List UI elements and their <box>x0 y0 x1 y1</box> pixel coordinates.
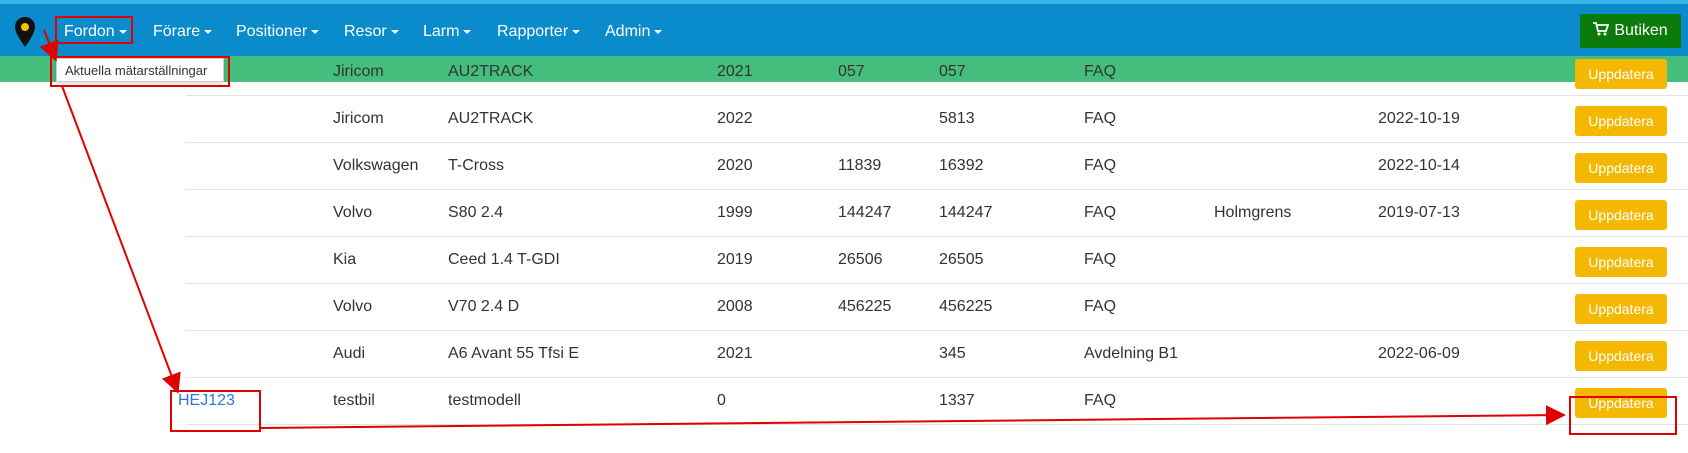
chevron-down-icon <box>118 29 127 34</box>
chevron-down-icon <box>572 29 581 34</box>
cell-current: 1337 <box>939 392 975 409</box>
nav-positioner-label: Positioner <box>236 23 308 40</box>
table-row: Kia Ceed 1.4 T-GDI 2019 26506 26505 FAQ Uppdat… <box>186 236 1688 284</box>
table-row: Jiricom AU2TRACK 2021 057 057 FAQ Uppdatera <box>186 48 1688 96</box>
chevron-down-icon <box>204 29 213 34</box>
cell-group: FAQ <box>1084 298 1117 315</box>
table-row: Volkswagen T-Cross 2020 11839 16392 FAQ 2022-1… <box>186 142 1688 190</box>
nav-admin-label: Admin <box>605 23 651 40</box>
cell-current: 144247 <box>939 204 993 221</box>
map-marker-icon[interactable] <box>14 16 36 48</box>
chevron-down-icon <box>463 29 472 34</box>
nav-resor-label: Resor <box>344 23 387 40</box>
cell-group: FAQ <box>1084 157 1117 174</box>
cell-driver: Holmgrens <box>1214 204 1292 221</box>
update-button[interactable]: Uppdatera <box>1575 341 1667 371</box>
cell-year: 2022 <box>717 110 753 127</box>
nav-admin[interactable]: Admin <box>605 23 663 41</box>
update-button[interactable]: Uppdatera <box>1575 247 1667 277</box>
cell-date: 2022-10-19 <box>1378 110 1460 127</box>
cell-model: AU2TRACK <box>448 63 534 80</box>
nav-rapporter-label: Rapporter <box>497 23 569 40</box>
cell-year: 2008 <box>717 298 753 315</box>
cell-model: Ceed 1.4 T-GDI <box>448 251 560 268</box>
table-row: Jiricom AU2TRACK 2022 5813 FAQ 2022-10-19 Uppd… <box>186 95 1688 143</box>
nav-fordon-label: Fordon <box>64 23 115 40</box>
cell-group: FAQ <box>1084 204 1117 221</box>
cell-brand: Audi <box>333 345 366 362</box>
cell-current: 5813 <box>939 110 975 127</box>
table-row: HEJ123 testbil testmodell 0 1337 FAQ Uppdatera <box>178 377 1688 425</box>
table-row: Volvo S80 2.4 1999 144247 144247 FAQ Holmgrens… <box>186 189 1688 237</box>
cell-start: 456225 <box>838 298 892 315</box>
cell-brand: testbil <box>333 392 375 409</box>
cell-group: FAQ <box>1084 251 1117 268</box>
cell-start: 144247 <box>838 204 892 221</box>
cell-start: 11839 <box>838 157 882 174</box>
table-row: Volvo V70 2.4 D 2008 456225 456225 FAQ Uppdate… <box>186 283 1688 331</box>
dropdown-menu: Aktuella mätarställningar <box>56 58 224 82</box>
cell-brand: Jiricom <box>333 110 384 127</box>
cell-model: A6 Avant 55 Tfsi E <box>448 345 580 362</box>
arrow-2 <box>61 85 181 394</box>
cell-start: 057 <box>838 63 865 80</box>
nav-fordon[interactable]: Fordon <box>64 23 127 41</box>
cell-date: 2022-06-09 <box>1378 345 1460 362</box>
cell-year: 2021 <box>717 345 753 362</box>
cell-group: FAQ <box>1084 63 1117 80</box>
update-button[interactable]: Uppdatera <box>1575 200 1667 230</box>
cell-year: 0 <box>717 392 726 409</box>
update-button[interactable]: Uppdatera <box>1575 388 1667 418</box>
update-button[interactable]: Uppdatera <box>1575 59 1667 89</box>
update-button[interactable]: Uppdatera <box>1575 153 1667 183</box>
chevron-down-icon <box>311 29 320 34</box>
nav-resor[interactable]: Resor <box>344 23 399 41</box>
cell-brand: Volvo <box>333 204 373 221</box>
cell-current: 16392 <box>939 157 984 174</box>
cart-icon <box>1593 21 1610 41</box>
cell-year: 1999 <box>717 204 753 221</box>
cell-start: 26506 <box>838 251 883 268</box>
dropdown-item-aktuella[interactable]: Aktuella mätarställningar <box>65 63 207 78</box>
nav-rapporter[interactable]: Rapporter <box>497 23 581 41</box>
nav-positioner[interactable]: Positioner <box>236 23 320 41</box>
chevron-down-icon <box>654 29 663 34</box>
cell-year: 2021 <box>717 63 753 80</box>
cell-year: 2020 <box>717 157 753 174</box>
nav-forare-label: Förare <box>153 23 201 40</box>
cell-current: 26505 <box>939 251 984 268</box>
shop-label: Butiken <box>1614 22 1668 39</box>
nav-forare[interactable]: Förare <box>153 23 213 41</box>
cell-brand: Jiricom <box>333 63 384 80</box>
cell-reg[interactable]: HEJ123 <box>178 392 235 410</box>
cell-date: 2019-07-13 <box>1378 204 1460 221</box>
cell-model: AU2TRACK <box>448 110 534 127</box>
cell-group: FAQ <box>1084 110 1117 127</box>
chevron-down-icon <box>390 29 399 34</box>
cell-model: T-Cross <box>448 157 504 174</box>
table-row: Audi A6 Avant 55 Tfsi E 2021 345 Avdelning B… <box>186 330 1688 378</box>
cell-date: 2022-10-14 <box>1378 157 1460 174</box>
cell-current: 057 <box>939 63 966 80</box>
cell-brand: Volvo <box>333 298 373 315</box>
cell-group: FAQ <box>1084 392 1117 409</box>
cell-model: S80 2.4 <box>448 204 504 221</box>
update-button[interactable]: Uppdatera <box>1575 106 1667 136</box>
nav-larm-label: Larm <box>423 23 460 40</box>
nav-larm[interactable]: Larm <box>423 23 472 41</box>
cell-current: 456225 <box>939 298 993 315</box>
cell-brand: Kia <box>333 251 357 268</box>
update-button[interactable]: Uppdatera <box>1575 294 1667 324</box>
shop-button[interactable]: Butiken <box>1580 14 1681 48</box>
cell-model: testmodell <box>448 392 521 409</box>
cell-model: V70 2.4 D <box>448 298 520 315</box>
cell-brand: Volkswagen <box>333 157 419 174</box>
cell-current: 345 <box>939 345 966 362</box>
cell-group: Avdelning B1 <box>1084 345 1178 362</box>
cell-year: 2019 <box>717 251 753 268</box>
